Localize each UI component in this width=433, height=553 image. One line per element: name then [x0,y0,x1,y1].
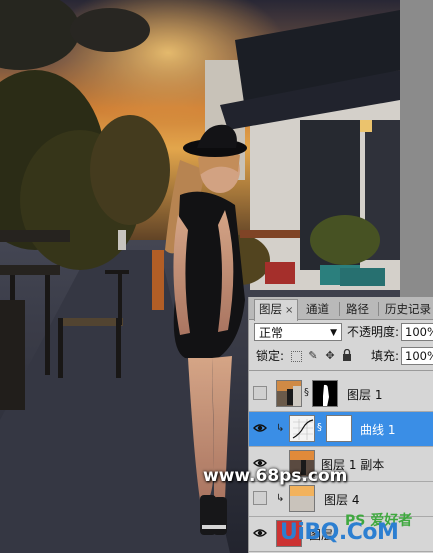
fill-label: 填充: [371,349,400,363]
layer-thumbnail [289,485,315,512]
visibility-toggle[interactable] [253,386,267,400]
lock-label: 锁定: [256,349,285,363]
tab-history[interactable]: 历史记录 [381,300,433,319]
eye-icon[interactable] [253,421,267,435]
tab-separator [339,302,340,316]
layer-thumbnail [276,380,302,407]
tab-channels[interactable]: 通道 [302,300,333,319]
clip-arrow-icon: ↳ [276,493,285,504]
tab-layers[interactable]: 图层 × [254,299,299,321]
layer-row-selected[interactable]: ↳ § 曲线 1 [249,412,433,447]
divider [249,370,433,371]
tab-close-icon[interactable]: × [285,305,293,316]
layer-name: 曲线 1 [360,423,396,437]
chevron-down-icon: ▼ [330,328,337,338]
move-icon[interactable]: ✥ [324,349,336,363]
panel-tabs: 图层 × 通道 路径 历史记录 [249,297,433,321]
tab-separator [378,302,379,316]
link-icon: § [317,422,322,433]
lock-transparent-icon[interactable] [291,351,302,362]
tab-paths[interactable]: 路径 [342,300,373,319]
eye-icon[interactable] [253,526,267,540]
layer-name: 图层 1 [347,388,383,402]
layer-row[interactable]: § 图层 1 [249,377,433,412]
blend-mode-select[interactable]: 正常 ▼ [254,323,342,341]
opacity-label: 不透明度: [347,325,400,339]
curves-adjustment-icon [289,415,315,442]
lock-icon[interactable] [341,348,353,363]
clip-arrow-icon: ↳ [276,423,285,434]
blend-mode-value: 正常 [259,326,284,340]
layer-name: 图层 4 [324,493,360,507]
link-icon: § [304,387,309,398]
opacity-input[interactable]: 100% [401,323,433,341]
mask-thumbnail[interactable] [312,380,338,407]
blend-row: 正常 ▼ 不透明度: 100% [249,323,433,343]
tab-layers-label: 图层 [259,302,282,316]
uibq-watermark: UiBQ.CoM [280,520,399,545]
site-watermark: www.68ps.com [203,466,348,486]
visibility-toggle[interactable] [253,491,267,505]
fill-input[interactable]: 100% [401,347,433,365]
mask-thumbnail[interactable] [326,415,352,442]
brush-icon[interactable]: ✎ [307,349,319,363]
lock-row: 锁定: ✎ ✥ 填充: 100% [249,347,433,367]
